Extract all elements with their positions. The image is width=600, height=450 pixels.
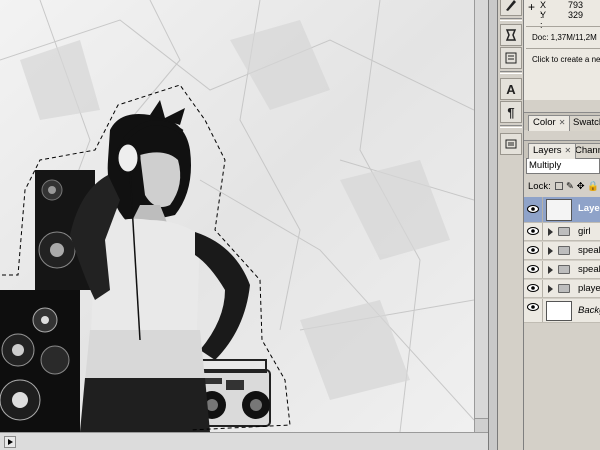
close-icon[interactable]: ✕ xyxy=(565,146,572,155)
layer-divider xyxy=(542,242,543,259)
info-divider xyxy=(526,26,600,27)
layer-divider xyxy=(542,261,543,278)
vertical-scrollbar[interactable] xyxy=(474,0,489,432)
folder-icon xyxy=(558,284,570,293)
scroll-right-arrow-icon[interactable] xyxy=(4,436,16,448)
expand-arrow-icon[interactable] xyxy=(548,247,553,255)
document-canvas[interactable] xyxy=(0,0,474,432)
layer-divider xyxy=(542,299,543,322)
layer-thumbnail xyxy=(546,301,572,321)
eye-icon[interactable] xyxy=(527,246,539,254)
tab-swatches-label: Swatch xyxy=(573,117,600,128)
layer-row[interactable]: Layer xyxy=(524,197,600,223)
scroll-corner xyxy=(475,418,489,432)
layer-group-row[interactable]: speal xyxy=(524,261,600,279)
lock-label: Lock: xyxy=(528,181,551,192)
info-panel: + X : 793 Y : 329 Doc: 1,37M/11,2M Click… xyxy=(524,0,600,100)
lock-brush-icon[interactable]: ✎ xyxy=(566,181,574,192)
layer-group-row[interactable]: playe xyxy=(524,280,600,298)
eye-icon[interactable] xyxy=(527,227,539,235)
expand-arrow-icon[interactable] xyxy=(548,228,553,236)
folder-icon xyxy=(558,265,570,274)
crosshair-icon: + xyxy=(528,0,536,14)
strip-divider xyxy=(500,18,522,21)
x-value: 793 xyxy=(568,0,584,10)
layer-divider xyxy=(542,223,543,240)
background-layer-row[interactable]: Backg xyxy=(524,299,600,323)
expand-arrow-icon[interactable] xyxy=(548,266,553,274)
strip-divider xyxy=(500,125,522,128)
panel-icon-strip: A ¶ xyxy=(498,0,524,450)
layer-name: Layer xyxy=(578,203,600,214)
folder-icon xyxy=(558,227,570,236)
tab-layers[interactable]: Layers ✕ xyxy=(528,143,577,159)
lock-move-icon[interactable]: ✥ xyxy=(577,181,585,192)
layer-thumbnail xyxy=(546,199,572,221)
eye-icon[interactable] xyxy=(527,265,539,273)
tab-layers-label: Layers xyxy=(533,145,562,156)
lock-icon[interactable]: 🔒 xyxy=(587,181,599,192)
eye-icon[interactable] xyxy=(527,284,539,292)
layer-name: speal xyxy=(578,264,600,275)
paragraph-icon[interactable]: ¶ xyxy=(500,101,522,123)
brush-icon[interactable] xyxy=(500,0,522,16)
status-hint: Click to create a ne xyxy=(532,55,600,64)
layer-comps-icon[interactable] xyxy=(500,133,522,155)
lock-row: Lock: ✎ ✥ 🔒 xyxy=(528,181,599,192)
color-tab-bar: Color✕ Swatch xyxy=(524,112,600,131)
character-icon[interactable]: A xyxy=(500,78,522,100)
history-icon[interactable] xyxy=(500,24,522,46)
eye-icon[interactable] xyxy=(527,205,539,213)
strip-divider xyxy=(500,71,522,74)
layer-name: girl xyxy=(578,226,591,237)
info-divider xyxy=(526,48,600,49)
tab-color-label: Color xyxy=(533,117,556,128)
actions-icon[interactable] xyxy=(500,47,522,69)
blend-mode-select[interactable]: Multiply xyxy=(526,158,600,174)
y-label: Y : xyxy=(540,10,546,30)
layer-name: Backg xyxy=(578,305,600,316)
horizontal-scrollbar[interactable] xyxy=(0,432,488,450)
layer-name: speal xyxy=(578,245,600,256)
lock-transparency-icon[interactable] xyxy=(555,182,564,191)
right-panel-dock: + X : 793 Y : 329 Doc: 1,37M/11,2M Click… xyxy=(524,0,600,450)
expand-arrow-icon[interactable] xyxy=(548,285,553,293)
tab-swatches[interactable]: Swatch xyxy=(568,115,600,131)
eye-icon[interactable] xyxy=(527,303,539,311)
layer-divider xyxy=(542,280,543,297)
tab-channels-label: Chann xyxy=(575,145,600,156)
speaker-left-bottom xyxy=(0,290,80,432)
tab-color[interactable]: Color ✕ xyxy=(528,115,571,131)
y-value: 329 xyxy=(568,10,584,20)
folder-icon xyxy=(558,246,570,255)
layer-name: playe xyxy=(578,283,600,294)
layer-group-row[interactable]: speal xyxy=(524,242,600,260)
close-icon[interactable]: ✕ xyxy=(559,118,566,127)
layer-group-row[interactable]: girl xyxy=(524,223,600,241)
canvas-artwork xyxy=(0,0,474,432)
layer-divider xyxy=(542,197,543,222)
panel-dock-gutter[interactable] xyxy=(488,0,498,450)
layers-tab-bar: Layers✕ Chann xyxy=(524,140,600,159)
doc-size: Doc: 1,37M/11,2M xyxy=(532,33,597,42)
